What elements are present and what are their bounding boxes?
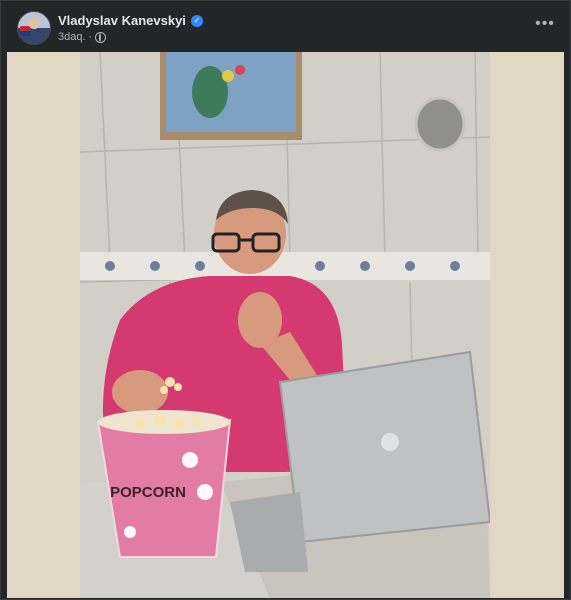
more-options-button[interactable]: ••• [532,16,558,37]
globe-icon [95,31,107,43]
photo-illustration: POPCORN [80,52,490,598]
avatar[interactable] [17,11,51,45]
meta-separator: · [88,31,93,43]
post-media[interactable]: POPCORN [7,52,564,598]
flag-icon [20,26,30,36]
post-header: Vladyslav Kanevskyi ✓ 3daq. · ••• [17,11,554,49]
author-name[interactable]: Vladyslav Kanevskyi [58,13,186,28]
author-row: Vladyslav Kanevskyi ✓ [58,13,203,28]
bucket-text: POPCORN [110,484,186,501]
verified-badge-icon: ✓ [190,14,203,27]
post-card: Vladyslav Kanevskyi ✓ 3daq. · ••• POPCOR… [0,0,571,600]
post-photo[interactable]: POPCORN [80,52,490,598]
post-meta: 3daq. · [58,31,107,43]
post-time[interactable]: 3daq. [58,31,86,43]
